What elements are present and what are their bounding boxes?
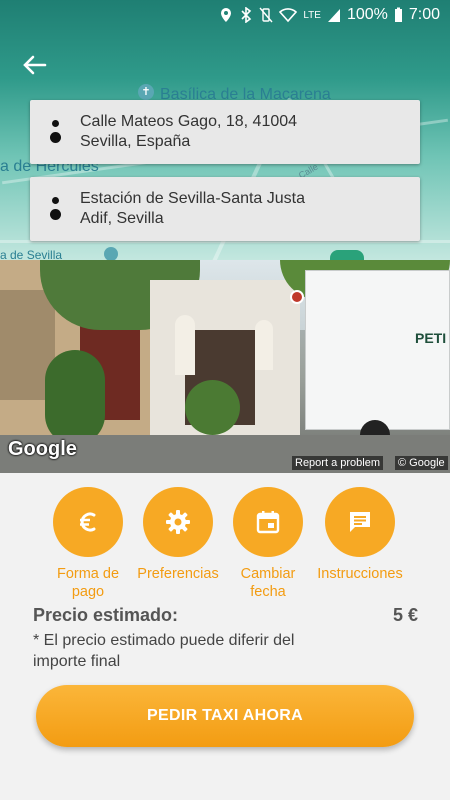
destination-marker-icon <box>50 195 61 225</box>
gear-icon <box>143 487 213 557</box>
change-date-label-line2: fecha <box>250 584 286 600</box>
church-pin-icon[interactable]: ✝ <box>138 84 154 100</box>
origin-address-card[interactable]: Calle Mateos Gago, 18, 41004 Sevilla, Es… <box>30 100 420 164</box>
origin-address-line1: Calle Mateos Gago, 18, 41004 <box>80 113 298 130</box>
park-pin-icon[interactable] <box>330 250 364 260</box>
payment-method-label-line1: Forma de <box>56 566 120 582</box>
calendar-icon <box>233 487 303 557</box>
message-icon <box>325 487 395 557</box>
estimated-price-row: Precio estimado: 5 € <box>33 605 418 626</box>
wifi-icon <box>279 8 298 23</box>
transit-pin-icon[interactable] <box>104 247 118 260</box>
destination-address-card[interactable]: Estación de Sevilla-Santa Justa Adif, Se… <box>30 177 420 241</box>
map-label-sevilla: a de Sevilla <box>0 248 63 260</box>
bluetooth-icon <box>241 7 252 23</box>
vibrate-off-icon <box>259 7 273 23</box>
action-row: Forma de pago Preferencias Cambiar fecha… <box>0 487 450 617</box>
battery-icon <box>394 7 402 22</box>
location-icon <box>221 8 232 22</box>
estimated-price-label: Precio estimado: <box>33 605 179 625</box>
origin-address-line2: Sevilla, España <box>80 133 191 150</box>
battery-percent: 100% <box>346 6 388 23</box>
status-bar: LTE 100% 7:00 <box>0 0 450 32</box>
payment-method-button[interactable]: Forma de pago <box>38 487 138 601</box>
preferences-button[interactable]: Preferencias <box>128 487 228 583</box>
network-type: LTE <box>303 9 321 21</box>
change-date-button[interactable]: Cambiar fecha <box>218 487 318 601</box>
back-arrow-icon[interactable] <box>20 50 50 80</box>
euro-icon <box>53 487 123 557</box>
destination-address-line2: Adif, Sevilla <box>80 210 164 227</box>
origin-marker-icon <box>50 118 61 148</box>
preferences-label: Preferencias <box>137 566 219 582</box>
instructions-label: Instrucciones <box>317 566 403 582</box>
payment-method-label-line2: pago <box>71 584 105 600</box>
copyright-text: © Google <box>395 456 448 470</box>
request-taxi-button[interactable]: PEDIR TAXI AHORA <box>36 685 414 747</box>
booking-panel: Forma de pago Preferencias Cambiar fecha… <box>0 473 450 800</box>
change-date-label-line1: Cambiar <box>240 566 296 582</box>
report-problem-link[interactable]: Report a problem <box>292 456 383 470</box>
estimated-price-note: * El precio estimado puede diferir del i… <box>33 632 295 670</box>
instructions-button[interactable]: Instrucciones <box>310 487 410 583</box>
clock: 7:00 <box>408 6 440 23</box>
estimated-price-value: 5 € <box>392 605 418 625</box>
google-logo: Google <box>8 438 77 460</box>
signal-icon <box>327 9 340 22</box>
destination-address-line1: Estación de Sevilla-Santa Justa <box>80 190 306 207</box>
street-view-image[interactable]: PETI Google Report a problem © Google <box>0 260 450 473</box>
